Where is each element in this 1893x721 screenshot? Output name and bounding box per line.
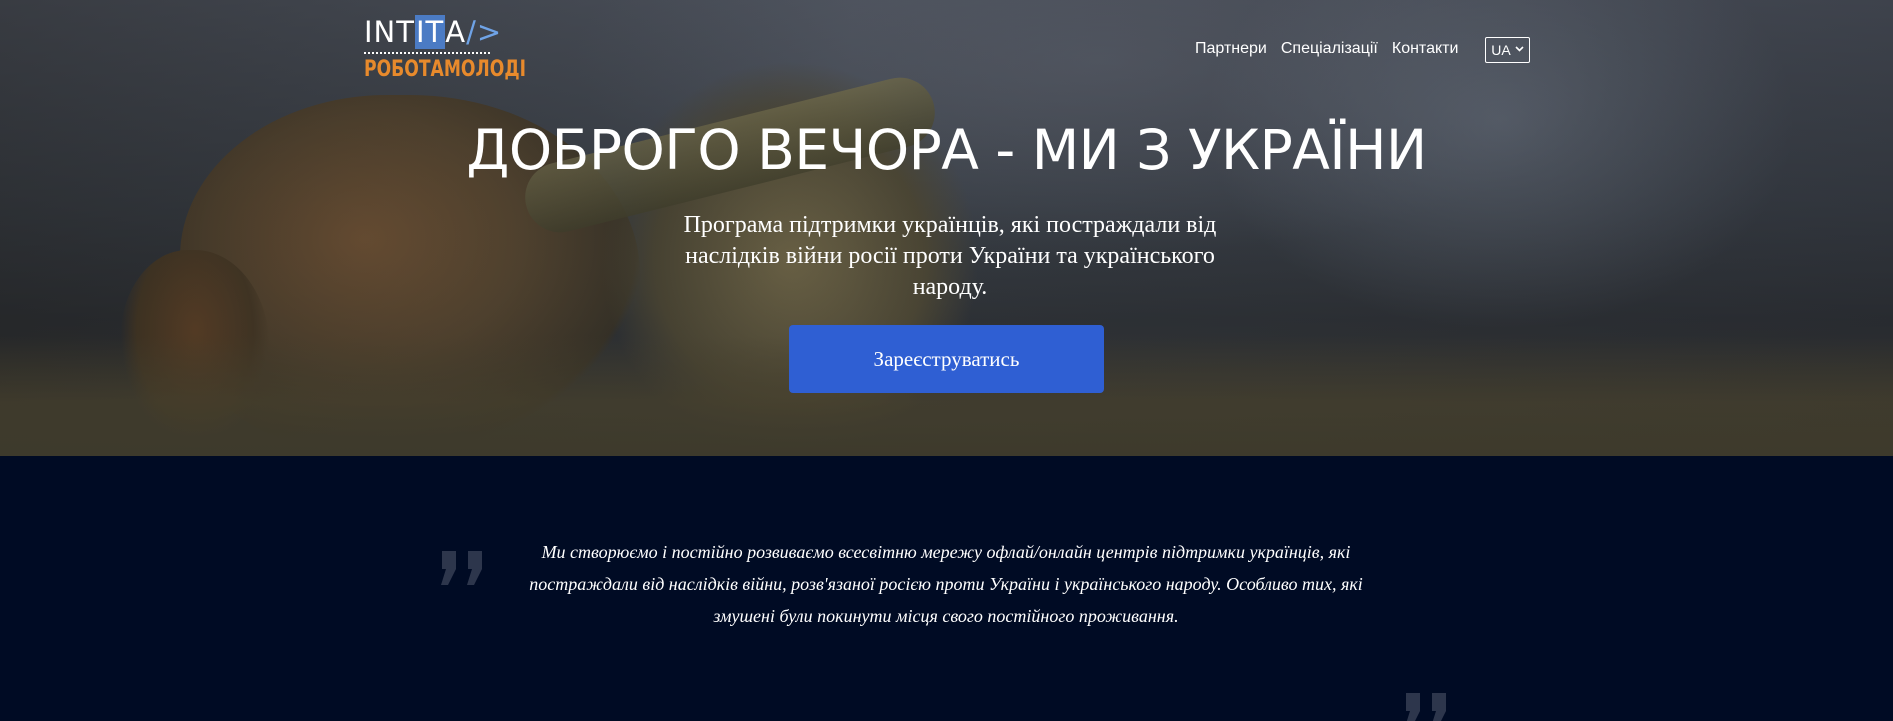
site-logo[interactable]: INTITA/> РОБОТАМОЛОДІ [364,15,526,96]
mission-quote-text: Ми створюємо і постійно розвиваємо всесв… [529,542,1363,626]
nav-item-contacts[interactable]: Контакти [1392,40,1459,58]
register-button[interactable]: Зареєструватись [789,325,1104,393]
main-nav: Партнери Спеціалізації Контакти [1195,40,1458,58]
quote-close-icon [1402,636,1452,721]
language-select[interactable]: UA [1485,37,1530,63]
logo-robotamolodi: РОБОТАМОЛОДІ [364,57,526,82]
quote-open-icon [438,494,488,604]
logo-divider [364,52,490,54]
hero-section: INTITA/> РОБОТАМОЛОДІ Партнери Спеціаліз… [0,0,1893,456]
logo-intita: INTITA/> [364,15,503,49]
nav-item-partners[interactable]: Партнери [1195,40,1267,58]
language-value: UA [1491,42,1511,58]
nav-item-specializations[interactable]: Спеціалізації [1281,40,1378,58]
mission-quote-section: Ми створюємо і постійно розвиваємо всесв… [0,456,1893,721]
hero-subtitle: Програма підтримки українців, які постра… [683,212,1217,300]
chevron-down-icon [1515,45,1524,55]
page-title: ДОБРОГО ВЕЧОРА - МИ З УКРАЇНИ [466,118,1427,182]
